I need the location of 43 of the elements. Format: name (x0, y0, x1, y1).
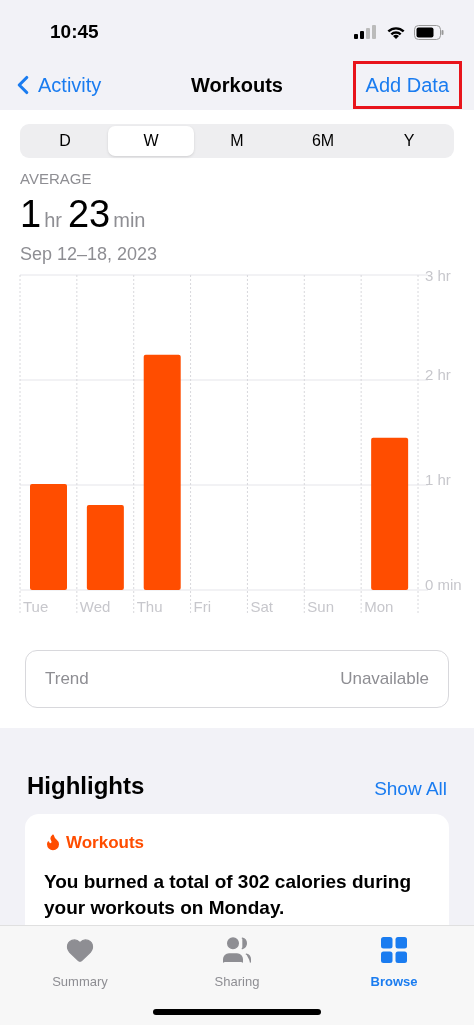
range-tab[interactable]: D (22, 126, 108, 156)
battery-icon (414, 24, 444, 40)
add-data-button[interactable]: Add Data (352, 61, 462, 109)
tab-bar-item[interactable]: Sharing (197, 934, 277, 992)
card-category: Workouts (66, 831, 145, 854)
trend-label: Trend (45, 667, 89, 690)
signal-icon (354, 25, 378, 39)
summary-caption: AVERAGE (20, 169, 93, 189)
wifi-icon (386, 24, 406, 40)
axis-label: Sun (307, 597, 334, 615)
back-button[interactable]: Activity (8, 70, 102, 100)
axis-label: 2 hr (425, 365, 451, 383)
axis-label: Wed (79, 597, 111, 615)
tab-bar-item[interactable]: Browse (354, 934, 434, 992)
flame-icon (44, 833, 62, 852)
status-time: 10:45 (50, 19, 99, 44)
date-range: Sep 12–18, 2023 (20, 242, 159, 266)
axis-label: 0 min (425, 575, 462, 593)
trend-value: Unavailable (340, 667, 429, 690)
axis-label: Sat (250, 597, 273, 615)
range-tab[interactable]: W (108, 126, 194, 156)
axis-label: 3 hr (425, 267, 451, 284)
trend-card[interactable]: Trend Unavailable (25, 649, 449, 708)
range-tab[interactable]: 6M (280, 126, 366, 156)
axis-label: Tue (23, 597, 49, 615)
tab-bar-item[interactable]: Summary (40, 934, 120, 992)
highlight-card[interactable]: Workouts You burned a total of 302 calories during your workouts on Monday. (25, 813, 449, 925)
minutes-unit: min (113, 209, 146, 230)
range-tab[interactable]: Y (366, 126, 452, 156)
axis-label: Thu (136, 597, 163, 615)
axis-label: 1 hr (425, 470, 451, 488)
minutes-value: 23 (67, 194, 111, 233)
range-tab[interactable]: M (194, 126, 280, 156)
grid-icon (380, 936, 408, 964)
axis-label: Fri (193, 597, 212, 615)
people-icon (221, 934, 253, 966)
hours-value: 1 (20, 194, 42, 233)
hours-unit: hr (44, 209, 62, 230)
card-text: You burned a total of 302 calories during your workouts on Monday. (44, 870, 413, 920)
axis-label: Mon (364, 597, 394, 615)
show-all-link[interactable]: Show All (374, 775, 447, 804)
section-title: Highlights (27, 770, 145, 801)
page-title: Workouts (191, 73, 283, 98)
